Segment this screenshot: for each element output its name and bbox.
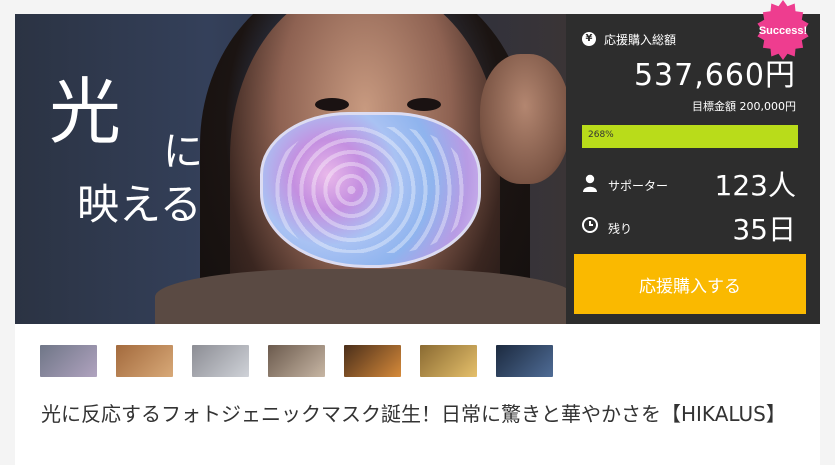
hero-eye-right <box>407 98 441 111</box>
thumbnail-1[interactable] <box>40 345 97 377</box>
supporters-label: サポーター <box>608 179 669 193</box>
hero-hand <box>480 54 566 184</box>
hero-text-haeru: 映える <box>77 180 202 229</box>
supporters-value: 123人 <box>714 169 796 202</box>
remaining-label: 残り <box>608 222 633 236</box>
hero-text-light: 光 <box>49 70 122 154</box>
hero-text-ni: に <box>163 129 203 175</box>
thumbnail-6[interactable] <box>420 345 477 377</box>
progress-bar: 268% <box>582 125 798 148</box>
total-label: 応援購入総額 <box>604 33 677 47</box>
project-title[interactable]: 光に反応するフォトジェニックマスク誕生！日常に驚きと華やかさを【HIKALUS】 <box>41 399 801 430</box>
thumbnail-5[interactable] <box>344 345 401 377</box>
thumbnail-2[interactable] <box>116 345 173 377</box>
thumbnail-7[interactable] <box>496 345 553 377</box>
person-icon <box>583 174 597 192</box>
goal-amount: 目標金額 200,000円 <box>692 100 796 113</box>
project-card: 光 に 映える ¥ 応援購入総額 537,660円 目標金額 200,000円 … <box>15 14 820 465</box>
badge-text: Success! <box>759 25 807 37</box>
hero-image[interactable]: 光 に 映える <box>15 14 566 324</box>
thumbnail-4[interactable] <box>268 345 325 377</box>
hero-mask <box>260 112 481 268</box>
remaining-value: 35日 <box>732 213 796 246</box>
clock-icon <box>582 217 598 233</box>
yen-icon: ¥ <box>582 32 596 46</box>
thumbnail-3[interactable] <box>192 345 249 377</box>
success-badge: Success! <box>757 0 809 60</box>
hero-sweater <box>155 269 566 324</box>
hero-eye-left <box>315 98 349 111</box>
progress-text: 268% <box>588 130 614 140</box>
support-purchase-button[interactable]: 応援購入する <box>574 254 806 314</box>
progress-fill <box>582 125 798 148</box>
